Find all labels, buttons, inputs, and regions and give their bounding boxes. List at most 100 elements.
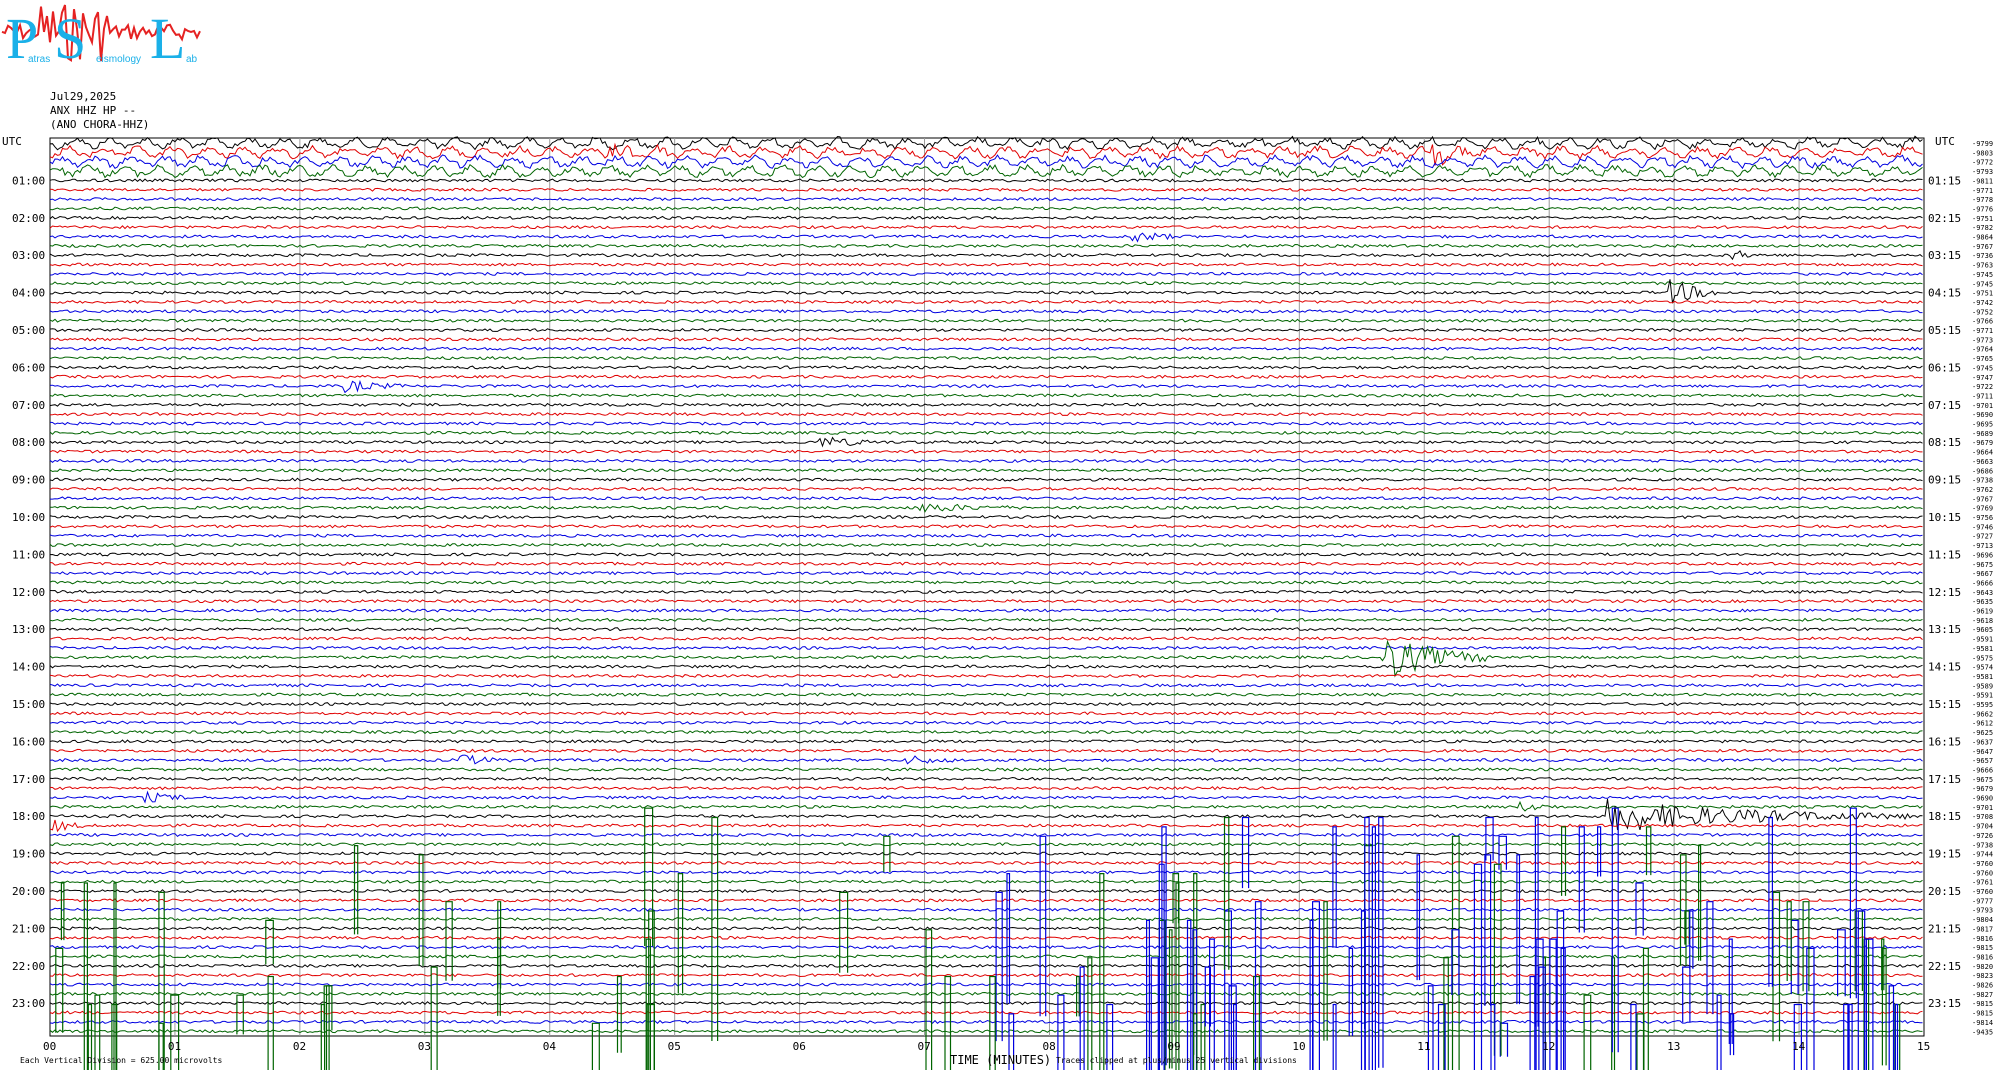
trace-row bbox=[49, 786, 1923, 791]
logo-small-text-1: atras bbox=[28, 54, 50, 65]
trace-row bbox=[50, 496, 1923, 501]
trace-row bbox=[49, 477, 1923, 482]
trace-row bbox=[49, 178, 1923, 183]
row-value-label: -9793 bbox=[1972, 168, 1993, 176]
trace-row bbox=[49, 346, 1923, 351]
row-value-label: -9589 bbox=[1972, 682, 1993, 690]
row-value-label: -9767 bbox=[1972, 243, 1993, 251]
hour-label: 08:15 bbox=[1928, 436, 1961, 449]
hour-label: 23:15 bbox=[1928, 997, 1961, 1010]
row-value-label: -9817 bbox=[1972, 925, 1993, 933]
row-value-label: -9612 bbox=[1972, 720, 1993, 728]
clipped-spike bbox=[113, 882, 117, 1070]
trace-row bbox=[49, 421, 1923, 426]
trace-row bbox=[49, 963, 1923, 968]
trace-row bbox=[49, 636, 1923, 641]
hour-label: 11:15 bbox=[1928, 548, 1961, 561]
trace-row bbox=[49, 412, 1923, 417]
trace-row bbox=[49, 393, 1923, 398]
left-utc-label: UTC bbox=[2, 135, 22, 148]
row-value-label: -9745 bbox=[1972, 280, 1993, 288]
row-value-label: -9745 bbox=[1972, 271, 1993, 279]
trace-row bbox=[49, 800, 1923, 812]
hour-label: 06:00 bbox=[12, 361, 45, 374]
hour-label: 12:00 bbox=[12, 586, 45, 599]
trace-row bbox=[49, 187, 1923, 192]
trace-row bbox=[49, 309, 1923, 314]
minute-tick-label: 11 bbox=[1417, 1040, 1430, 1053]
clipped-spike bbox=[1578, 826, 1585, 933]
clipped-spike bbox=[236, 994, 244, 1035]
hour-label: 16:00 bbox=[12, 735, 45, 748]
row-value-label: -9773 bbox=[1972, 336, 1993, 344]
right-hour-labels: 01:15 02:15 03:15 04:15 05:15 06:15 07:15 08:15… bbox=[1928, 174, 1961, 1010]
clipped-spike bbox=[1888, 985, 1895, 1070]
trace-row bbox=[49, 935, 1923, 940]
row-value-label: -9766 bbox=[1972, 318, 1993, 326]
row-value-label: -9760 bbox=[1972, 888, 1993, 896]
row-value-label: -9591 bbox=[1972, 636, 1993, 644]
minute-tick-label: 07 bbox=[918, 1040, 931, 1053]
clipped-spike bbox=[1561, 826, 1567, 896]
trace-row bbox=[49, 299, 1923, 305]
row-value-label: -9799 bbox=[1972, 140, 1993, 148]
row-value-label: -9581 bbox=[1972, 673, 1993, 681]
trace-row bbox=[49, 355, 1923, 361]
hour-label: 09:00 bbox=[12, 474, 45, 487]
row-value-label: -9763 bbox=[1972, 262, 1993, 270]
minute-tick-label: 14 bbox=[1792, 1040, 1806, 1053]
hour-label: 05:00 bbox=[12, 324, 45, 337]
clipped-spike bbox=[1689, 910, 1694, 969]
clipped-spike bbox=[1224, 910, 1232, 1070]
row-value-label: -9675 bbox=[1972, 561, 1993, 569]
minute-tick-label: 10 bbox=[1292, 1040, 1305, 1053]
clipped-spike bbox=[1772, 891, 1781, 1042]
row-value-label: -9664 bbox=[1972, 449, 1993, 457]
row-value-label: -9744 bbox=[1972, 851, 1993, 859]
hour-label: 14:15 bbox=[1928, 661, 1961, 674]
clipped-spike bbox=[353, 845, 359, 935]
hour-label: 20:15 bbox=[1928, 885, 1961, 898]
clipped-spike bbox=[83, 882, 88, 1070]
trace-row bbox=[49, 754, 1923, 765]
trace-row bbox=[49, 225, 1923, 230]
row-value-label: -9689 bbox=[1972, 430, 1993, 438]
row-value-label: -9625 bbox=[1972, 729, 1993, 737]
row-value-label: -9760 bbox=[1972, 869, 1993, 877]
trace-row bbox=[49, 945, 1923, 950]
hour-label: 23:00 bbox=[12, 997, 45, 1010]
clipped-spike bbox=[323, 985, 333, 1031]
row-value-labels: -9799-9803-9772-9793-9811-9771-9778-9776… bbox=[1972, 140, 1993, 1036]
header-date: Jul29,2025 bbox=[50, 90, 116, 103]
row-value-label: -9751 bbox=[1972, 215, 1993, 223]
row-value-label: -9647 bbox=[1972, 748, 1993, 756]
hour-label: 22:15 bbox=[1928, 960, 1961, 973]
minute-tick-label: 03 bbox=[418, 1040, 431, 1053]
clipped-spike bbox=[1516, 854, 1521, 1005]
row-value-label: -9690 bbox=[1972, 411, 1993, 419]
clipped-spike bbox=[55, 947, 64, 1033]
row-value-label: -9764 bbox=[1972, 346, 1993, 354]
trace-row bbox=[49, 729, 1923, 735]
row-value-label: -9666 bbox=[1972, 579, 1993, 587]
row-value-label: -9746 bbox=[1972, 523, 1993, 531]
row-value-label: -9815 bbox=[1972, 944, 1993, 952]
row-value-label: -9679 bbox=[1972, 439, 1993, 447]
trace-row bbox=[49, 552, 1923, 557]
row-value-label: -9605 bbox=[1972, 626, 1993, 634]
trace-row bbox=[49, 870, 1923, 875]
trace-row bbox=[49, 468, 1923, 473]
row-value-label: -9752 bbox=[1972, 308, 1993, 316]
trace-row bbox=[49, 514, 1923, 520]
hour-label: 09:15 bbox=[1928, 474, 1961, 487]
row-value-label: -9675 bbox=[1972, 776, 1993, 784]
trace-row bbox=[49, 898, 1923, 903]
trace-row bbox=[49, 436, 1923, 448]
clipped-spike bbox=[995, 891, 1003, 1042]
hour-label: 19:00 bbox=[12, 848, 45, 861]
row-value-label: -9762 bbox=[1972, 486, 1993, 494]
clipped-spike bbox=[1076, 975, 1080, 1017]
clipped-spike bbox=[1768, 816, 1773, 987]
trace-row bbox=[49, 281, 1923, 286]
row-value-label: -9771 bbox=[1972, 187, 1993, 195]
